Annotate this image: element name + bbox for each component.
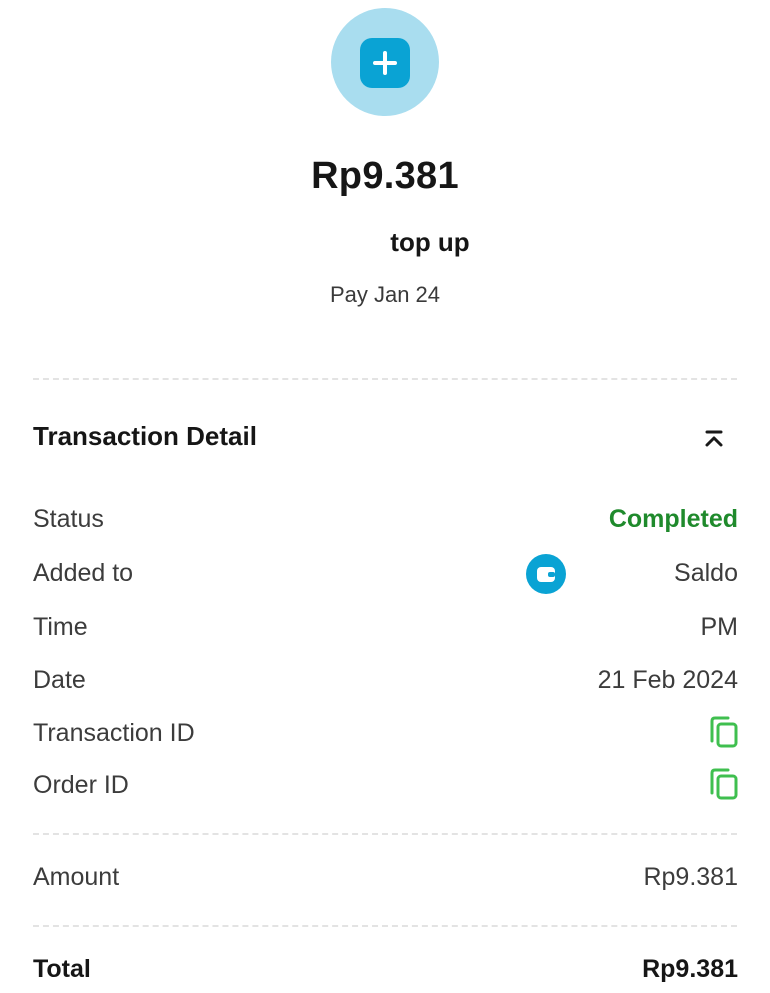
amount-label: Amount bbox=[33, 863, 120, 891]
transaction-type: top up bbox=[390, 227, 470, 257]
total-value: Rp9.381 bbox=[642, 955, 738, 983]
status-label: Status bbox=[33, 505, 104, 533]
copy-order-id-icon[interactable] bbox=[708, 767, 740, 801]
added-to-value: Saldo bbox=[674, 559, 738, 587]
date-value: 21 Feb 2024 bbox=[597, 666, 738, 694]
date-label: Date bbox=[33, 666, 86, 694]
transaction-id-label: Transaction ID bbox=[33, 719, 195, 747]
transaction-amount: Rp9.381 bbox=[311, 155, 459, 197]
time-label: Time bbox=[33, 613, 88, 641]
section-title: Transaction Detail bbox=[33, 421, 257, 451]
status-value: Completed bbox=[608, 505, 738, 533]
copy-transaction-id-icon[interactable] bbox=[708, 715, 740, 749]
divider bbox=[33, 378, 737, 380]
wallet-icon bbox=[526, 554, 566, 594]
time-value: PM bbox=[700, 613, 739, 641]
total-label: Total bbox=[33, 955, 91, 983]
added-to-label: Added to bbox=[33, 559, 134, 587]
amount-value: Rp9.381 bbox=[643, 863, 738, 891]
pay-date: Pay Jan 24 bbox=[329, 282, 441, 307]
chevron-up-double-icon[interactable] bbox=[702, 428, 726, 450]
divider bbox=[33, 925, 737, 927]
order-id-label: Order ID bbox=[33, 771, 129, 799]
divider bbox=[33, 833, 737, 835]
plus-square-icon bbox=[360, 38, 410, 88]
